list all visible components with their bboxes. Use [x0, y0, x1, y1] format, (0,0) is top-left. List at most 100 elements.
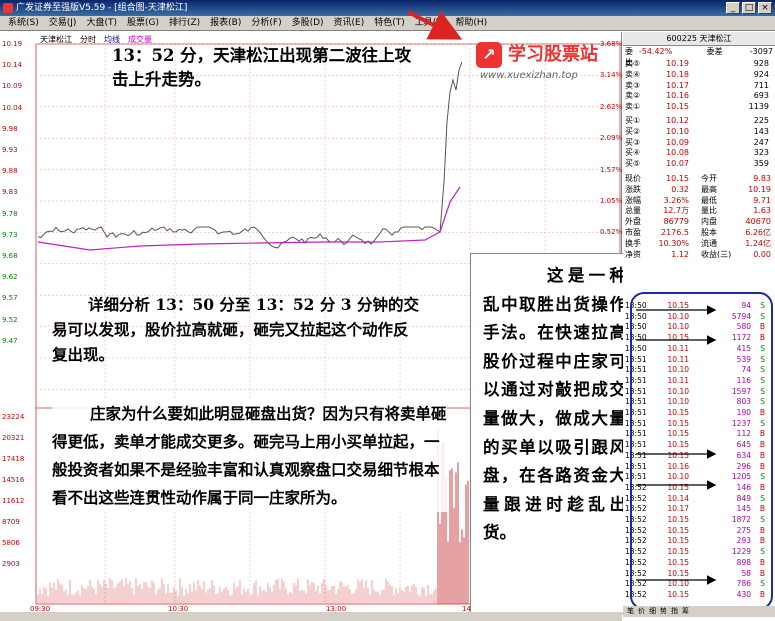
menu-rank[interactable]: 排行(Z): [164, 16, 205, 30]
menu-info[interactable]: 资讯(E): [329, 16, 370, 30]
stat-label: 股本: [701, 228, 717, 237]
sell-row: 卖④ 10.18 924: [625, 70, 773, 81]
volume-tick-label: 23224: [2, 413, 25, 421]
panel-tab[interactable]: 价: [638, 606, 645, 617]
buy-row: 买① 10.12 225: [625, 116, 773, 127]
menu-market[interactable]: 大盘(T): [81, 16, 122, 30]
stat-label: 量比: [701, 206, 717, 216]
sell-row-cell: 711: [753, 80, 769, 90]
panel-tab[interactable]: 指: [671, 606, 678, 617]
menu-report[interactable]: 报表(B): [205, 16, 246, 30]
menu-system[interactable]: 系统(S): [3, 16, 44, 30]
weibi-row-cell: -3097: [749, 47, 773, 56]
buy-row-cell: 10.07: [666, 159, 689, 169]
stat-value: 10.19: [748, 184, 771, 194]
buy-row-cell: 10.10: [666, 126, 689, 136]
volume-tick-label: 8709: [2, 518, 20, 526]
stat-label: 换手: [625, 238, 641, 248]
buy-row-cell: 247: [753, 137, 769, 147]
weibi-row-cell: -54.42%: [638, 47, 673, 56]
watermark-logo-icon: ↗: [476, 42, 502, 68]
buy-row-cell: 359: [753, 159, 769, 169]
stat-value: 10.30%: [658, 238, 689, 248]
pct-tick-label: 0.52%: [600, 228, 623, 237]
volume-tick-label: 14516: [2, 476, 25, 484]
price-tick-label: 9.52: [2, 315, 18, 324]
stat-label: 涨跌: [625, 184, 641, 194]
buy-row-cell: 10.09: [666, 137, 689, 147]
stat-label: 流通: [701, 238, 717, 248]
pct-tick-label: 1.57%: [600, 165, 623, 174]
volume-tick-label: 11612: [2, 497, 25, 505]
annotation-3: 庄家为什么要如此明显砸盘出货？因为只有将卖单砸得更低，卖单才能成交更多。砸完马上…: [52, 400, 447, 512]
menu-multi[interactable]: 多股(D): [287, 16, 329, 30]
stat-row: 换手 10.30% 流通 1.24亿: [625, 239, 773, 250]
sell-row-cell: 924: [753, 69, 769, 79]
stat-label: 内盘: [701, 217, 717, 227]
price-tick-label: 9.98: [2, 124, 18, 133]
sell-row: 卖① 10.15 1139: [625, 102, 773, 113]
buy-row: 买⑤ 10.07 359: [625, 159, 773, 170]
sell-row-cell: 1139: [748, 102, 769, 112]
window-controls: _ □ ×: [726, 2, 772, 14]
menu-analysis[interactable]: 分析(F): [246, 16, 286, 30]
stat-value: 1.24亿: [745, 238, 771, 248]
panel-tab[interactable]: 势: [660, 606, 667, 617]
menu-help[interactable]: 帮助(H): [450, 16, 492, 30]
annotation-1: 13：52 分，天津松江出现第二波往上攻击上升走势。: [112, 46, 412, 89]
app-icon: [3, 3, 13, 13]
menu-tools[interactable]: 工具(T): [410, 16, 451, 30]
annotation-4: 这是一种乱中取胜出货操作手法。在快速拉高股价过程中庄家可以通过对敲把成交量做大，…: [470, 253, 635, 614]
stat-value: 12.7万: [663, 206, 689, 216]
price-tick-label: 9.68: [2, 252, 18, 260]
price-tick-label: 9.88: [2, 167, 18, 176]
menu-stock[interactable]: 股票(G): [122, 16, 164, 30]
panel-tab[interactable]: 细: [649, 606, 656, 617]
sell-row-cell: 卖⑤: [625, 59, 641, 68]
chart-mode: 分时: [80, 35, 96, 44]
pct-tick-label: 2.62%: [600, 102, 623, 111]
stat-label: 市盈: [625, 228, 641, 237]
app-window: 广发证券至强版V5.59 - [组合图-天津松江] _ □ × 系统(S) 交易…: [0, 0, 775, 621]
sell-row-cell: 卖③: [625, 80, 641, 90]
stat-label: 今开: [701, 174, 717, 183]
sell-row: 卖② 10.16 693: [625, 91, 773, 102]
panel-tab[interactable]: 筹: [682, 606, 689, 617]
price-tick-label: 9.93: [2, 146, 18, 154]
menu-feature[interactable]: 特色(T): [369, 16, 410, 30]
stat-label: 现价: [625, 174, 641, 183]
panel-tab[interactable]: 笔: [627, 606, 634, 617]
sell-row-cell: 卖①: [625, 102, 641, 112]
sell-row-cell: 10.18: [666, 69, 689, 79]
price-tick-label: 9.62: [2, 273, 18, 282]
menu-trade[interactable]: 交易(J): [44, 16, 82, 30]
price-tick-label: 10.19: [2, 40, 23, 48]
price-tick-label: 10.04: [2, 103, 23, 112]
close-button[interactable]: ×: [758, 2, 772, 14]
watermark: ↗ 学习股票站 www.xuexizhan.top: [472, 36, 622, 86]
maximize-button[interactable]: □: [742, 2, 756, 14]
stat-row: 净资 1.12 收益(三) 0.00: [625, 250, 773, 261]
minimize-button[interactable]: _: [726, 2, 740, 14]
buy-row-cell: 143: [753, 126, 769, 136]
price-tick-label: 10.14: [2, 61, 23, 70]
volume-tick-label: 5806: [2, 539, 20, 547]
volume-tick-label: 20321: [2, 434, 25, 442]
panel-tabs: 笔价细势指筹: [623, 606, 775, 617]
stat-value: 1.63: [753, 206, 771, 216]
stat-row: 总量 12.7万 量比 1.63: [625, 206, 773, 217]
menu-bar: 系统(S) 交易(J) 大盘(T) 股票(G) 排行(Z) 报表(B) 分析(F…: [0, 16, 775, 31]
price-tick-label: 9.73: [2, 230, 18, 239]
stat-value: 0.00: [753, 249, 771, 259]
stat-value: 0.32: [671, 184, 689, 194]
stat-value: 2176.5: [661, 228, 689, 237]
watermark-title: 学习股票站: [508, 44, 598, 65]
stat-row: 涨幅 3.26% 最低 9.71: [625, 196, 773, 207]
annotation-2: 详细分析 13：50 分至 13：52 分 3 分钟的交易可以发现，股价拉高就砸…: [52, 295, 419, 364]
sell-row-cell: 10.15: [666, 102, 689, 112]
sell-row-cell: 10.16: [666, 91, 689, 101]
weibi-row-cell: 委比: [625, 47, 633, 67]
sell-row-cell: 10.17: [666, 80, 689, 90]
buy-row-cell: 323: [753, 148, 769, 158]
stat-label: 最高: [701, 184, 717, 194]
